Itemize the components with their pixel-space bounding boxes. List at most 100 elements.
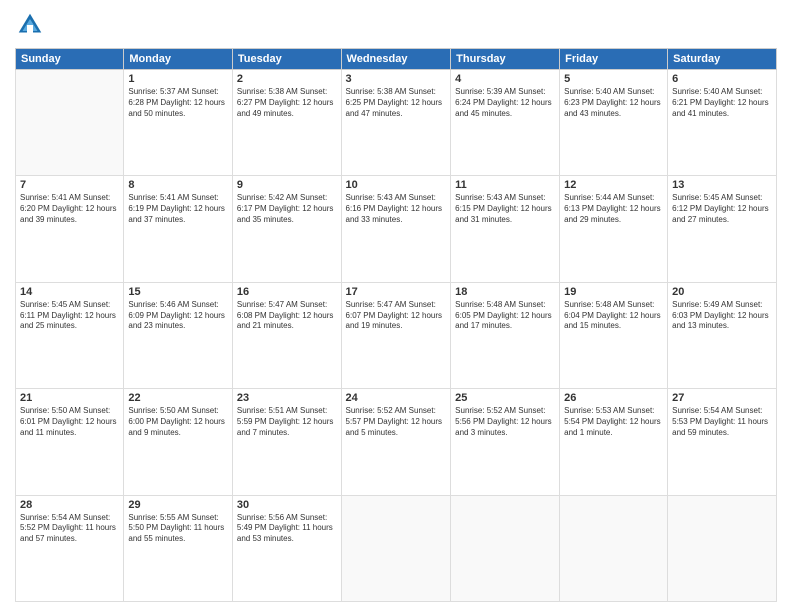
day-info: Sunrise: 5:42 AM Sunset: 6:17 PM Dayligh… [237, 193, 337, 225]
day-number: 23 [237, 392, 337, 404]
day-number: 28 [20, 499, 119, 511]
day-number: 25 [455, 392, 555, 404]
calendar-cell: 20 Sunrise: 5:49 AM Sunset: 6:03 PM Dayli… [668, 282, 777, 388]
day-info: Sunrise: 5:54 AM Sunset: 5:52 PM Dayligh… [20, 513, 119, 545]
day-number: 27 [672, 392, 772, 404]
day-info: Sunrise: 5:38 AM Sunset: 6:25 PM Dayligh… [346, 87, 447, 119]
day-number: 13 [672, 179, 772, 191]
day-number: 5 [564, 73, 663, 85]
day-info: Sunrise: 5:45 AM Sunset: 6:12 PM Dayligh… [672, 193, 772, 225]
day-info: Sunrise: 5:41 AM Sunset: 6:20 PM Dayligh… [20, 193, 119, 225]
calendar-table: SundayMondayTuesdayWednesdayThursdayFrid… [15, 48, 777, 602]
calendar-cell: 30 Sunrise: 5:56 AM Sunset: 5:49 PM Dayli… [232, 495, 341, 601]
calendar-cell: 4 Sunrise: 5:39 AM Sunset: 6:24 PM Daylig… [451, 70, 560, 176]
day-number: 7 [20, 179, 119, 191]
day-info: Sunrise: 5:48 AM Sunset: 6:04 PM Dayligh… [564, 300, 663, 332]
page: SundayMondayTuesdayWednesdayThursdayFrid… [0, 0, 792, 612]
weekday-header: Thursday [451, 49, 560, 70]
weekday-header: Friday [560, 49, 668, 70]
day-info: Sunrise: 5:47 AM Sunset: 6:08 PM Dayligh… [237, 300, 337, 332]
calendar-cell: 17Sunrise: 5:47 AM Sunset: 6:07 PM Dayli… [341, 282, 451, 388]
day-info: Sunrise: 5:51 AM Sunset: 5:59 PM Dayligh… [237, 406, 337, 438]
weekday-header-row: SundayMondayTuesdayWednesdayThursdayFrid… [16, 49, 777, 70]
day-number: 22 [128, 392, 228, 404]
week-row-1: 7 Sunrise: 5:41 AM Sunset: 6:20 PM Daylig… [16, 176, 777, 282]
calendar-cell: 12 Sunrise: 5:44 AM Sunset: 6:13 PM Dayli… [560, 176, 668, 282]
calendar-cell: 19 Sunrise: 5:48 AM Sunset: 6:04 PM Dayli… [560, 282, 668, 388]
calendar-cell: 27 Sunrise: 5:54 AM Sunset: 5:53 PM Dayli… [668, 389, 777, 495]
calendar-cell: 18Sunrise: 5:48 AM Sunset: 6:05 PM Dayli… [451, 282, 560, 388]
calendar-cell: 25Sunrise: 5:52 AM Sunset: 5:56 PM Dayli… [451, 389, 560, 495]
day-info: Sunrise: 5:44 AM Sunset: 6:13 PM Dayligh… [564, 193, 663, 225]
day-info: Sunrise: 5:39 AM Sunset: 6:24 PM Dayligh… [455, 87, 555, 119]
day-info: Sunrise: 5:40 AM Sunset: 6:23 PM Dayligh… [564, 87, 663, 119]
day-info: Sunrise: 5:43 AM Sunset: 6:15 PM Dayligh… [455, 193, 555, 225]
day-number: 21 [20, 392, 119, 404]
calendar-cell: 13 Sunrise: 5:45 AM Sunset: 6:12 PM Dayli… [668, 176, 777, 282]
day-number: 10 [346, 179, 447, 191]
calendar-cell: 29 Sunrise: 5:55 AM Sunset: 5:50 PM Dayli… [124, 495, 233, 601]
day-number: 15 [128, 286, 228, 298]
weekday-header: Tuesday [232, 49, 341, 70]
weekday-header: Monday [124, 49, 233, 70]
calendar-cell: 28 Sunrise: 5:54 AM Sunset: 5:52 PM Dayli… [16, 495, 124, 601]
day-number: 1 [128, 73, 228, 85]
day-number: 6 [672, 73, 772, 85]
calendar-cell: 8 Sunrise: 5:41 AM Sunset: 6:19 PM Daylig… [124, 176, 233, 282]
day-info: Sunrise: 5:53 AM Sunset: 5:54 PM Dayligh… [564, 406, 663, 438]
day-info: Sunrise: 5:41 AM Sunset: 6:19 PM Dayligh… [128, 193, 228, 225]
day-number: 3 [346, 73, 447, 85]
calendar-cell: 7 Sunrise: 5:41 AM Sunset: 6:20 PM Daylig… [16, 176, 124, 282]
calendar-cell [668, 495, 777, 601]
day-number: 30 [237, 499, 337, 511]
calendar-cell: 11 Sunrise: 5:43 AM Sunset: 6:15 PM Dayli… [451, 176, 560, 282]
calendar-cell: 26Sunrise: 5:53 AM Sunset: 5:54 PM Dayli… [560, 389, 668, 495]
calendar-cell: 16 Sunrise: 5:47 AM Sunset: 6:08 PM Dayli… [232, 282, 341, 388]
day-number: 19 [564, 286, 663, 298]
day-number: 20 [672, 286, 772, 298]
day-number: 24 [346, 392, 447, 404]
day-info: Sunrise: 5:46 AM Sunset: 6:09 PM Dayligh… [128, 300, 228, 332]
calendar-cell: 15 Sunrise: 5:46 AM Sunset: 6:09 PM Dayli… [124, 282, 233, 388]
day-info: Sunrise: 5:45 AM Sunset: 6:11 PM Dayligh… [20, 300, 119, 332]
calendar-cell: 14 Sunrise: 5:45 AM Sunset: 6:11 PM Dayli… [16, 282, 124, 388]
week-row-3: 21 Sunrise: 5:50 AM Sunset: 6:01 PM Dayli… [16, 389, 777, 495]
day-number: 16 [237, 286, 337, 298]
week-row-2: 14 Sunrise: 5:45 AM Sunset: 6:11 PM Dayli… [16, 282, 777, 388]
calendar-cell [560, 495, 668, 601]
calendar-cell: 9Sunrise: 5:42 AM Sunset: 6:17 PM Daylig… [232, 176, 341, 282]
calendar-cell: 22Sunrise: 5:50 AM Sunset: 6:00 PM Dayli… [124, 389, 233, 495]
day-number: 8 [128, 179, 228, 191]
calendar-cell: 1Sunrise: 5:37 AM Sunset: 6:28 PM Daylig… [124, 70, 233, 176]
weekday-header: Sunday [16, 49, 124, 70]
calendar-cell [451, 495, 560, 601]
day-number: 14 [20, 286, 119, 298]
day-info: Sunrise: 5:40 AM Sunset: 6:21 PM Dayligh… [672, 87, 772, 119]
calendar-cell: 10 Sunrise: 5:43 AM Sunset: 6:16 PM Dayli… [341, 176, 451, 282]
calendar-cell: 24 Sunrise: 5:52 AM Sunset: 5:57 PM Dayli… [341, 389, 451, 495]
day-info: Sunrise: 5:49 AM Sunset: 6:03 PM Dayligh… [672, 300, 772, 332]
day-info: Sunrise: 5:38 AM Sunset: 6:27 PM Dayligh… [237, 87, 337, 119]
day-number: 11 [455, 179, 555, 191]
day-info: Sunrise: 5:56 AM Sunset: 5:49 PM Dayligh… [237, 513, 337, 545]
day-number: 4 [455, 73, 555, 85]
calendar-cell: 5 Sunrise: 5:40 AM Sunset: 6:23 PM Daylig… [560, 70, 668, 176]
day-info: Sunrise: 5:52 AM Sunset: 5:57 PM Dayligh… [346, 406, 447, 438]
day-info: Sunrise: 5:55 AM Sunset: 5:50 PM Dayligh… [128, 513, 228, 545]
day-number: 12 [564, 179, 663, 191]
day-info: Sunrise: 5:54 AM Sunset: 5:53 PM Dayligh… [672, 406, 772, 438]
calendar-cell: 3 Sunrise: 5:38 AM Sunset: 6:25 PM Daylig… [341, 70, 451, 176]
weekday-header: Wednesday [341, 49, 451, 70]
calendar-cell: 2Sunrise: 5:38 AM Sunset: 6:27 PM Daylig… [232, 70, 341, 176]
calendar-cell [341, 495, 451, 601]
day-info: Sunrise: 5:47 AM Sunset: 6:07 PM Dayligh… [346, 300, 447, 332]
day-number: 29 [128, 499, 228, 511]
logo [15, 10, 47, 40]
calendar-cell [16, 70, 124, 176]
day-info: Sunrise: 5:50 AM Sunset: 6:01 PM Dayligh… [20, 406, 119, 438]
calendar-cell: 21 Sunrise: 5:50 AM Sunset: 6:01 PM Dayli… [16, 389, 124, 495]
day-number: 18 [455, 286, 555, 298]
weekday-header: Saturday [668, 49, 777, 70]
logo-icon [15, 10, 45, 40]
day-info: Sunrise: 5:43 AM Sunset: 6:16 PM Dayligh… [346, 193, 447, 225]
